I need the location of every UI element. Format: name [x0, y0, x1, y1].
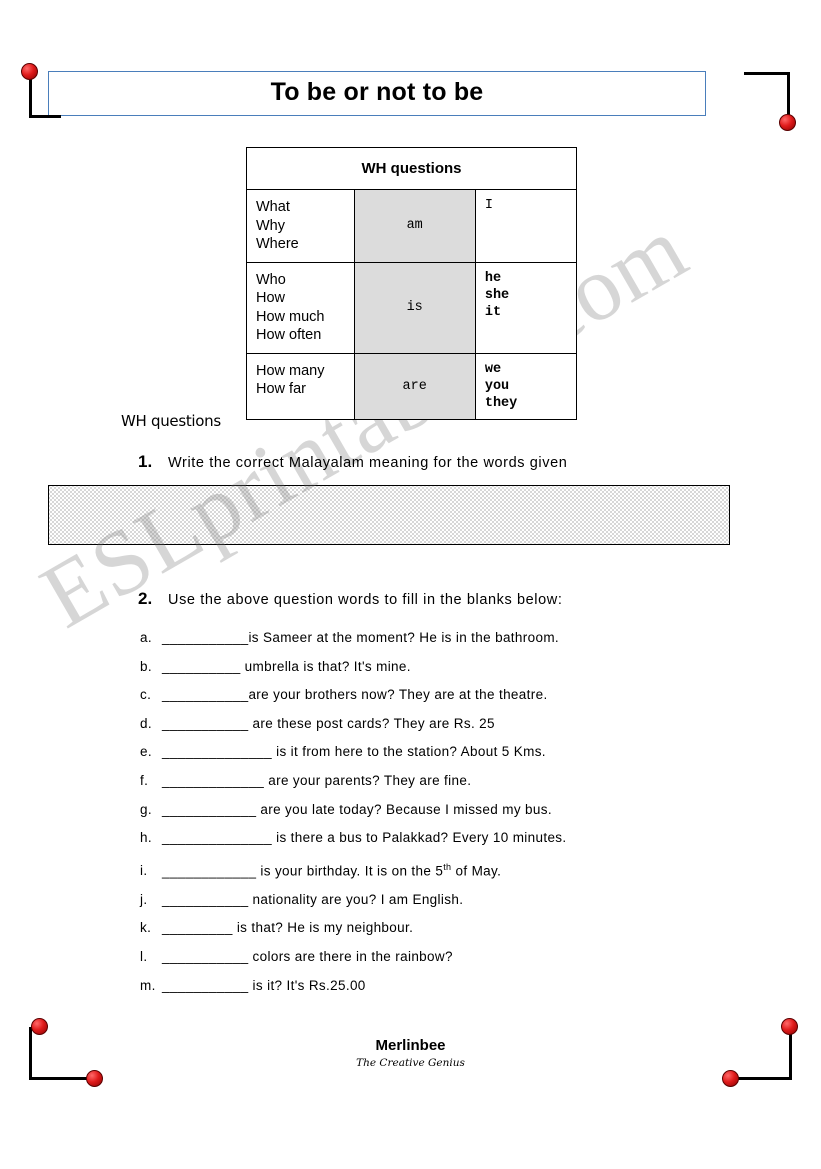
- question-word: How much: [256, 308, 325, 325]
- item-label: g.: [140, 801, 152, 817]
- list-item: b. __________ umbrella is that? It's mine…: [140, 653, 760, 682]
- item-label: l.: [140, 949, 148, 965]
- item-label: i.: [140, 863, 148, 879]
- question-word: How: [256, 290, 286, 306]
- pronoun: she: [484, 287, 510, 303]
- question-word: How many: [256, 362, 325, 379]
- item-label: d.: [140, 715, 152, 731]
- question-words-cell-3: How many How far: [246, 352, 355, 420]
- answer-band-exercise-1[interactable]: [48, 485, 730, 545]
- corner-bracket-bottom-left-vertical: [29, 1027, 32, 1079]
- corner-dot-bottom-right-end: [722, 1070, 739, 1087]
- question-word: How often: [256, 327, 322, 343]
- corner-dot-bottom-left-top: [31, 1018, 48, 1035]
- corner-bracket-top-right-horizontal: [744, 72, 790, 75]
- blank-list: a. ___________is Sameer at the moment? He…: [140, 624, 760, 1000]
- be-verb-cell-is: is: [353, 261, 476, 354]
- item-text: ___________is Sameer at the moment? He i…: [162, 630, 560, 645]
- item-text: ___________ nationality are you? I am En…: [162, 891, 464, 907]
- exercise-1-instruction: Write the correct Malayalam meaning for …: [168, 455, 568, 471]
- item-text: ______________ is there a bus to Palakka…: [162, 830, 567, 846]
- list-item: c. ___________are your brothers now? They…: [140, 681, 760, 710]
- question-word: How far: [256, 381, 306, 397]
- list-item: d. ___________ are these post cards? They…: [140, 710, 760, 739]
- corner-dot-top-right: [779, 114, 796, 131]
- pronoun: he: [484, 270, 502, 286]
- item-text: __________ umbrella is that? It's mine.: [162, 658, 411, 674]
- table-row: Who How How much How often is he she it: [246, 261, 578, 354]
- item-text: ______________ is it from here to the st…: [162, 744, 546, 760]
- pronoun: I: [484, 198, 493, 213]
- list-item: f. _____________ are your parents? They a…: [140, 767, 760, 796]
- footer-tagline: The Creative Genius: [356, 1057, 465, 1069]
- item-label: f.: [140, 772, 149, 788]
- item-label: b.: [140, 658, 152, 674]
- list-item: k. _________ is that? He is my neighbour.: [140, 914, 760, 943]
- item-label: h.: [140, 830, 152, 846]
- question-word: Who: [256, 271, 286, 288]
- pronoun: they: [484, 395, 518, 411]
- wh-questions-table: WH questions What Why Where am I Who How…: [246, 147, 578, 420]
- question-words-cell-1: What Why Where: [246, 189, 355, 263]
- item-text: _________ is that? He is my neighbour.: [162, 920, 414, 936]
- question-word: Why: [256, 217, 285, 234]
- item-label: k.: [140, 920, 152, 936]
- list-item: i. ____________ is your birthday. It is o…: [140, 853, 760, 886]
- pronoun-cell-3: we you they: [474, 352, 578, 420]
- list-item: e. ______________ is it from here to the …: [140, 738, 760, 767]
- table-row: What Why Where am I: [246, 189, 578, 263]
- pronoun-cell-1: I: [474, 189, 578, 263]
- be-verb-cell-are: are: [353, 352, 476, 420]
- item-label: j.: [140, 891, 148, 907]
- exercise-1-number: 1.: [138, 452, 153, 471]
- item-text: ___________are your brothers now? They a…: [162, 687, 548, 703]
- item-text: ___________ are these post cards? They a…: [162, 715, 495, 731]
- corner-dot-bottom-right-top: [781, 1018, 798, 1035]
- be-verb-cell-am: am: [353, 189, 476, 263]
- item-text-after: of May.: [451, 863, 502, 879]
- list-item: h. ______________ is there a bus to Palak…: [140, 824, 760, 853]
- item-text: ___________ colors are there in the rain…: [162, 949, 453, 965]
- exercise-2-instruction: Use the above question words to fill in …: [168, 592, 563, 608]
- footer-author-name: Merlinbee: [375, 1037, 446, 1054]
- item-text: _____________ are your parents? They are…: [162, 772, 472, 788]
- exercise-2-number: 2.: [138, 589, 153, 608]
- pronoun: you: [484, 378, 510, 394]
- item-label: m.: [140, 977, 156, 993]
- list-item: a. ___________is Sameer at the moment? He…: [140, 624, 760, 653]
- item-label: e.: [140, 744, 152, 760]
- section-label-wh-questions: WH questions: [121, 412, 221, 430]
- item-text: ____________ is your birthday. It is on …: [162, 863, 444, 879]
- corner-bracket-top-right-vertical: [787, 72, 790, 120]
- pronoun: it: [484, 304, 502, 320]
- corner-bracket-top-left-horizontal: [29, 115, 61, 118]
- corner-dot-bottom-left-end: [86, 1070, 103, 1087]
- list-item: m. ___________ is it? It's Rs.25.00: [140, 972, 760, 1001]
- table-header-cell: WH questions: [246, 147, 577, 190]
- corner-bracket-bottom-right-horizontal: [731, 1077, 792, 1080]
- item-label: c.: [140, 687, 152, 703]
- item-text: ____________ are you late today? Because…: [162, 801, 552, 817]
- question-word: Where: [256, 236, 299, 252]
- item-text: ___________ is it? It's Rs.25.00: [162, 977, 366, 993]
- list-item: g. ____________ are you late today? Becau…: [140, 796, 760, 825]
- item-label: a.: [140, 630, 152, 645]
- list-item: j. ___________ nationality are you? I am …: [140, 886, 760, 915]
- corner-dot-top-left: [21, 63, 38, 80]
- question-words-cell-2: Who How How much How often: [246, 261, 355, 354]
- pronoun-cell-2: he she it: [474, 261, 578, 354]
- page-title: To be or not to be: [270, 78, 484, 106]
- list-item: l. ___________ colors are there in the ra…: [140, 943, 760, 972]
- table-row: How many How far are we you they: [246, 352, 578, 420]
- table-header-row: WH questions: [246, 147, 577, 190]
- corner-bracket-bottom-left-horizontal: [29, 1077, 90, 1080]
- question-word: What: [256, 199, 290, 215]
- pronoun: we: [484, 361, 502, 377]
